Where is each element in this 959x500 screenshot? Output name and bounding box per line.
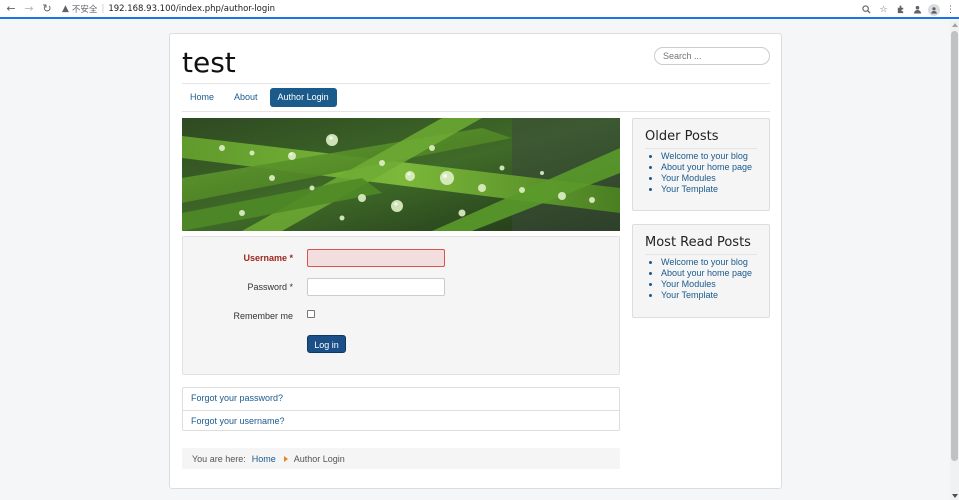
site-title[interactable]: test	[182, 46, 236, 79]
password-field[interactable]	[307, 278, 445, 296]
username-label: Username *	[243, 253, 293, 263]
most-read-posts-list: Welcome to your blog About your home pag…	[661, 257, 769, 301]
list-item[interactable]: Your Modules	[661, 279, 769, 290]
remember-me-checkbox[interactable]	[307, 310, 315, 318]
browser-toolbar: ← → ↻ ▲ 不安全 | 192.168.93.100/index.php/a…	[0, 0, 959, 19]
older-posts-title: Older Posts	[645, 129, 719, 144]
scrollbar-thumb[interactable]	[951, 31, 958, 461]
list-item[interactable]: Welcome to your blog	[661, 257, 769, 268]
main-menu: Home About Author Login	[182, 88, 337, 107]
breadcrumb-divider-icon	[283, 455, 288, 462]
reload-icon[interactable]: ↻	[40, 2, 54, 16]
list-item[interactable]: Welcome to your blog	[661, 151, 769, 162]
menu-item-about[interactable]: About	[226, 88, 266, 107]
page-container: test Home About Author Login	[169, 33, 782, 489]
insecure-label: 不安全	[71, 4, 98, 15]
menu-icon[interactable]: ⋮	[944, 3, 957, 16]
scroll-up-arrow-icon[interactable]	[952, 23, 958, 27]
list-item[interactable]: About your home page	[661, 162, 769, 173]
login-button[interactable]: Log in	[307, 335, 346, 353]
breadcrumb-prefix: You are here:	[192, 453, 246, 464]
header-divider	[182, 83, 770, 84]
search-input[interactable]	[654, 47, 770, 65]
back-arrow-icon[interactable]: ←	[4, 2, 18, 16]
list-item[interactable]: Your Template	[661, 184, 769, 195]
scroll-down-arrow-icon[interactable]	[952, 494, 958, 498]
remember-me-label: Remember me	[233, 311, 293, 321]
address-bar[interactable]: ▲ 不安全 | 192.168.93.100/index.php/author-…	[62, 3, 275, 15]
page-scrollbar[interactable]	[950, 21, 959, 500]
url-text[interactable]: 192.168.93.100/index.php/author-login	[108, 4, 275, 14]
extensions-icon[interactable]	[894, 3, 907, 16]
address-separator: |	[101, 3, 105, 14]
list-item[interactable]: Your Modules	[661, 173, 769, 184]
module-divider	[645, 148, 757, 149]
list-item[interactable]: Your Template	[661, 290, 769, 301]
breadcrumb: You are here: Home Author Login	[182, 448, 620, 469]
forgot-password-link[interactable]: Forgot your password?	[183, 388, 619, 410]
breadcrumb-home-link[interactable]: Home	[252, 454, 276, 464]
module-divider	[645, 254, 757, 255]
star-icon[interactable]: ☆	[877, 3, 890, 16]
avatar-icon[interactable]	[928, 3, 940, 16]
older-posts-module: Older Posts Welcome to your blog About y…	[632, 118, 770, 211]
password-label: Password *	[247, 282, 293, 292]
warning-icon: ▲	[62, 3, 69, 14]
list-item[interactable]: About your home page	[661, 268, 769, 279]
username-field[interactable]	[307, 249, 445, 267]
most-read-posts-module: Most Read Posts Welcome to your blog Abo…	[632, 224, 770, 318]
breadcrumb-current: Author Login	[293, 453, 345, 464]
forgot-username-link[interactable]: Forgot your username?	[183, 410, 619, 432]
most-read-posts-title: Most Read Posts	[645, 235, 751, 250]
login-form: Username * Password * Remember me Log in	[182, 236, 620, 375]
menu-divider	[182, 111, 770, 112]
login-links: Forgot your password? Forgot your userna…	[182, 387, 620, 431]
banner-image	[182, 118, 620, 231]
older-posts-list: Welcome to your blog About your home pag…	[661, 151, 769, 195]
zoom-icon[interactable]	[860, 3, 873, 16]
profile-manager-icon[interactable]	[911, 3, 924, 16]
menu-item-author-login[interactable]: Author Login	[269, 88, 337, 107]
forward-arrow-icon[interactable]: →	[22, 2, 36, 16]
menu-item-home[interactable]: Home	[182, 88, 222, 107]
